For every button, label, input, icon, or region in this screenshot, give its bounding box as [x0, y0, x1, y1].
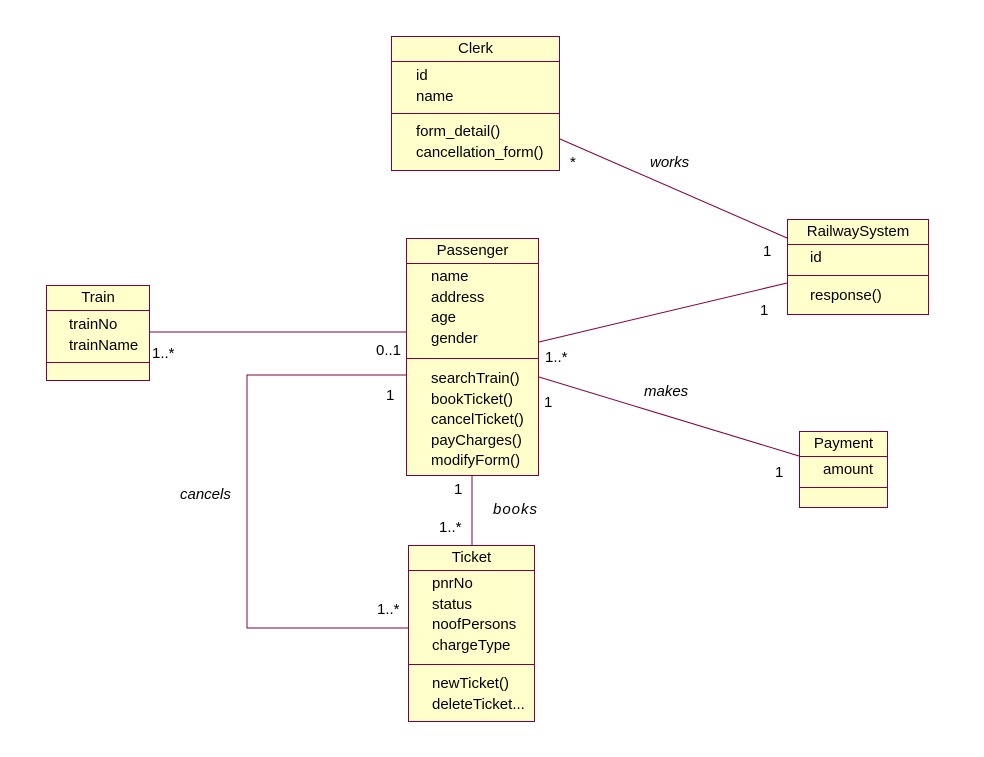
operations-section: newTicket() deleteTicket... [409, 665, 534, 715]
class-railway-system[interactable]: RailwaySystem id response() [787, 219, 929, 315]
attributes-section: amount [800, 457, 887, 488]
operation: form_detail() [416, 123, 501, 140]
multiplicity-train: 1..* [152, 345, 175, 362]
attribute: id [416, 67, 428, 84]
multiplicity-passenger-books: 1 [454, 481, 463, 498]
operation: response() [810, 287, 882, 304]
class-name: Train [47, 286, 149, 311]
class-payment[interactable]: Payment amount [799, 431, 888, 508]
attribute: amount [823, 461, 874, 478]
operation: newTicket() [432, 675, 509, 692]
operation: deleteTicket... [432, 695, 525, 713]
attribute: noofPersons [432, 616, 517, 633]
operation: cancelTicket() [431, 411, 524, 428]
multiplicity-clerk-works: * [570, 154, 576, 171]
class-name: Passenger [407, 239, 538, 264]
attribute: age [431, 309, 457, 326]
class-clerk[interactable]: Clerk id name form_detail() cancellation… [391, 36, 560, 171]
multiplicity-passenger-train: 0..1 [376, 342, 402, 359]
attributes-section: id [788, 245, 928, 276]
cancels-link[interactable] [246, 374, 408, 629]
attribute: address [431, 288, 485, 306]
association-label-works: works [650, 154, 690, 171]
multiplicity-passenger-makes: 1 [544, 394, 553, 411]
class-name: Clerk [392, 37, 559, 62]
attribute: gender [431, 329, 478, 347]
attributes-section: trainNo trainName [47, 311, 149, 363]
multiplicity-passenger-railway: 1..* [545, 349, 568, 366]
class-name: RailwaySystem [788, 220, 928, 245]
association-label-makes: makes [644, 383, 689, 400]
attribute: name [431, 268, 469, 285]
attribute: status [432, 595, 473, 613]
multiplicity-passenger-cancels: 1 [386, 387, 395, 404]
class-train[interactable]: Train trainNo trainName [46, 285, 150, 381]
operation: searchTrain() [431, 370, 520, 387]
multiplicity-railway-passenger: 1 [760, 302, 769, 319]
association-label-cancels: cancels [180, 486, 231, 503]
class-ticket[interactable]: Ticket pnrNo status noofPersons chargeTy… [408, 545, 535, 722]
attribute: pnrNo [432, 575, 473, 592]
passenger-railway-link[interactable] [538, 282, 788, 343]
multiplicity-railway-works: 1 [763, 243, 772, 260]
attribute: trainName [69, 336, 139, 354]
class-passenger[interactable]: Passenger name address age gender search… [406, 238, 539, 476]
attribute: id [810, 249, 822, 266]
attributes-section: id name [392, 62, 559, 114]
operation: cancellation_form() [416, 143, 544, 161]
multiplicity-ticket-cancels: 1..* [377, 601, 400, 618]
attribute: name [416, 87, 454, 105]
class-name: Ticket [409, 546, 534, 571]
attribute: trainNo [69, 316, 118, 333]
attributes-section: name address age gender [407, 264, 538, 359]
operation: bookTicket() [431, 390, 513, 408]
association-label-books: books [493, 501, 539, 518]
operations-section: response() [788, 276, 928, 307]
operation: modifyForm() [431, 452, 521, 469]
operations-section: searchTrain() bookTicket() cancelTicket(… [407, 359, 538, 472]
multiplicity-ticket-books: 1..* [439, 519, 462, 536]
attributes-section: pnrNo status noofPersons chargeType [409, 571, 534, 665]
multiplicity-payment-makes: 1 [775, 464, 784, 481]
class-name: Payment [800, 432, 887, 457]
operations-section: form_detail() cancellation_form() [392, 114, 559, 163]
operation: payCharges() [431, 431, 522, 449]
attribute: chargeType [432, 636, 511, 654]
